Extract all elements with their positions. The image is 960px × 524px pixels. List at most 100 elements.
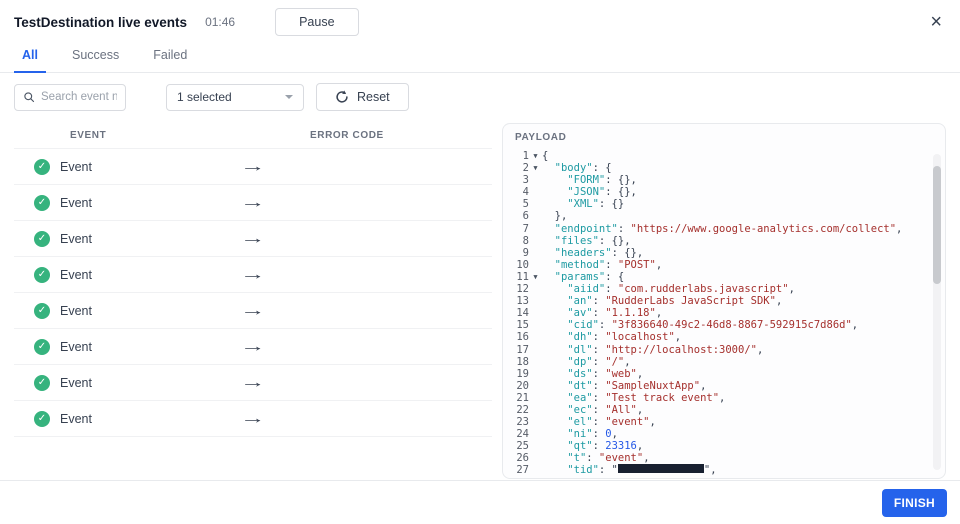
code-line: 18 "dp": "/", xyxy=(503,356,945,368)
header: TestDestination live events 01:46 Pause … xyxy=(0,0,960,38)
line-number: 3 xyxy=(503,174,529,186)
code-content: "el": "event", xyxy=(542,416,656,428)
fold-spacer xyxy=(529,404,542,416)
code-content: "an": "RudderLabs JavaScript SDK", xyxy=(542,295,782,307)
fold-spacer xyxy=(529,428,542,440)
code-content: "ea": "Test track event", xyxy=(542,392,725,404)
finish-button[interactable]: FINISH xyxy=(882,489,947,517)
code-content: "t": "event", xyxy=(542,452,650,464)
code-line: 10 "method": "POST", xyxy=(503,259,945,271)
fold-spacer xyxy=(529,344,542,356)
line-number: 23 xyxy=(503,416,529,428)
event-name: Event xyxy=(60,340,92,354)
fold-spacer xyxy=(529,259,542,271)
line-number: 12 xyxy=(503,283,529,295)
code-line: 21 "ea": "Test track event", xyxy=(503,392,945,404)
table-header: EVENT ERROR CODE xyxy=(14,123,492,149)
line-number: 10 xyxy=(503,259,529,271)
table-row[interactable]: ✓Event→ xyxy=(14,185,492,221)
search-input[interactable] xyxy=(41,91,117,103)
fold-spacer xyxy=(529,356,542,368)
code-line: 27 "tid": "", xyxy=(503,464,945,476)
line-number: 17 xyxy=(503,344,529,356)
code-line: 3 "FORM": {}, xyxy=(503,174,945,186)
fold-icon[interactable]: ▼ xyxy=(529,150,542,162)
code-content: "dh": "localhost", xyxy=(542,331,681,343)
fold-spacer xyxy=(529,283,542,295)
fold-spacer xyxy=(529,392,542,404)
code-content: }, xyxy=(542,210,567,222)
fold-spacer xyxy=(529,174,542,186)
table-row[interactable]: ✓Event→ xyxy=(14,401,492,437)
code-content: "ec": "All", xyxy=(542,404,643,416)
code-content: "dl": "http://localhost:3000/", xyxy=(542,344,763,356)
code-content: "headers": {}, xyxy=(542,247,643,259)
payload-scrollbar-thumb[interactable] xyxy=(933,166,941,284)
fold-spacer xyxy=(529,198,542,210)
events-table: EVENT ERROR CODE ✓Event→✓Event→✓Event→✓E… xyxy=(14,123,492,437)
code-content: "XML": {} xyxy=(542,198,624,210)
code-line: 19 "ds": "web", xyxy=(503,368,945,380)
line-number: 13 xyxy=(503,295,529,307)
code-line: 11▼ "params": { xyxy=(503,271,945,283)
table-row[interactable]: ✓Event→ xyxy=(14,221,492,257)
line-number: 18 xyxy=(503,356,529,368)
code-line: 24 "ni": 0, xyxy=(503,428,945,440)
chevron-down-icon xyxy=(285,95,293,99)
table-row[interactable]: ✓Event→ xyxy=(14,149,492,185)
pause-button[interactable]: Pause xyxy=(275,8,358,36)
table-row[interactable]: ✓Event→ xyxy=(14,257,492,293)
live-events-modal: TestDestination live events 01:46 Pause … xyxy=(0,0,960,524)
fold-icon[interactable]: ▼ xyxy=(529,162,542,174)
line-number: 11 xyxy=(503,271,529,283)
code-content: "dt": "SampleNuxtApp", xyxy=(542,380,706,392)
line-number: 24 xyxy=(503,428,529,440)
code-line: 15 "cid": "3f836640-49c2-46d8-8867-59291… xyxy=(503,319,945,331)
footer-bar: FINISH xyxy=(0,480,960,524)
search-box[interactable] xyxy=(14,84,126,111)
fold-spacer xyxy=(529,186,542,198)
fold-spacer xyxy=(529,235,542,247)
code-line: 17 "dl": "http://localhost:3000/", xyxy=(503,344,945,356)
code-line: 20 "dt": "SampleNuxtApp", xyxy=(503,380,945,392)
arrow-right-icon: → xyxy=(240,338,266,355)
fold-icon[interactable]: ▼ xyxy=(529,271,542,283)
success-icon: ✓ xyxy=(34,303,50,319)
fold-spacer xyxy=(529,331,542,343)
success-icon: ✓ xyxy=(34,339,50,355)
payload-title: PAYLOAD xyxy=(503,124,945,150)
code-line: 5 "XML": {} xyxy=(503,198,945,210)
arrow-right-icon: → xyxy=(240,374,266,391)
code-line: 4 "JSON": {}, xyxy=(503,186,945,198)
table-row[interactable]: ✓Event→ xyxy=(14,293,492,329)
code-line: 1▼{ xyxy=(503,150,945,162)
reset-button[interactable]: Reset xyxy=(316,83,409,111)
close-icon[interactable]: × xyxy=(928,12,944,32)
table-row[interactable]: ✓ Event → xyxy=(14,329,492,365)
line-number: 21 xyxy=(503,392,529,404)
filter-dropdown[interactable]: 1 selected xyxy=(166,84,304,111)
line-number: 22 xyxy=(503,404,529,416)
code-content: "body": { xyxy=(542,162,612,174)
code-content: "ds": "web", xyxy=(542,368,643,380)
arrow-right-icon: → xyxy=(240,266,266,283)
code-line: 14 "av": "1.1.18", xyxy=(503,307,945,319)
column-header-error-code: ERROR CODE xyxy=(310,130,384,141)
line-number: 9 xyxy=(503,247,529,259)
main-content: EVENT ERROR CODE ✓Event→✓Event→✓Event→✓E… xyxy=(0,123,960,479)
fold-spacer xyxy=(529,464,542,476)
reset-label: Reset xyxy=(357,90,390,104)
table-row[interactable]: ✓Event→ xyxy=(14,365,492,401)
column-header-event: EVENT xyxy=(70,130,106,141)
line-number: 1 xyxy=(503,150,529,162)
tab-all[interactable]: All xyxy=(14,40,46,73)
tab-failed[interactable]: Failed xyxy=(145,40,195,72)
code-line: 12 "aiid": "com.rudderlabs.javascript", xyxy=(503,283,945,295)
event-name: Event xyxy=(60,304,92,318)
code-line: 22 "ec": "All", xyxy=(503,404,945,416)
fold-spacer xyxy=(529,307,542,319)
code-content: "cid": "3f836640-49c2-46d8-8867-592915c7… xyxy=(542,319,858,331)
tab-success[interactable]: Success xyxy=(64,40,127,72)
filter-selected-value: 1 selected xyxy=(177,90,232,104)
code-line: 25 "qt": 23316, xyxy=(503,440,945,452)
